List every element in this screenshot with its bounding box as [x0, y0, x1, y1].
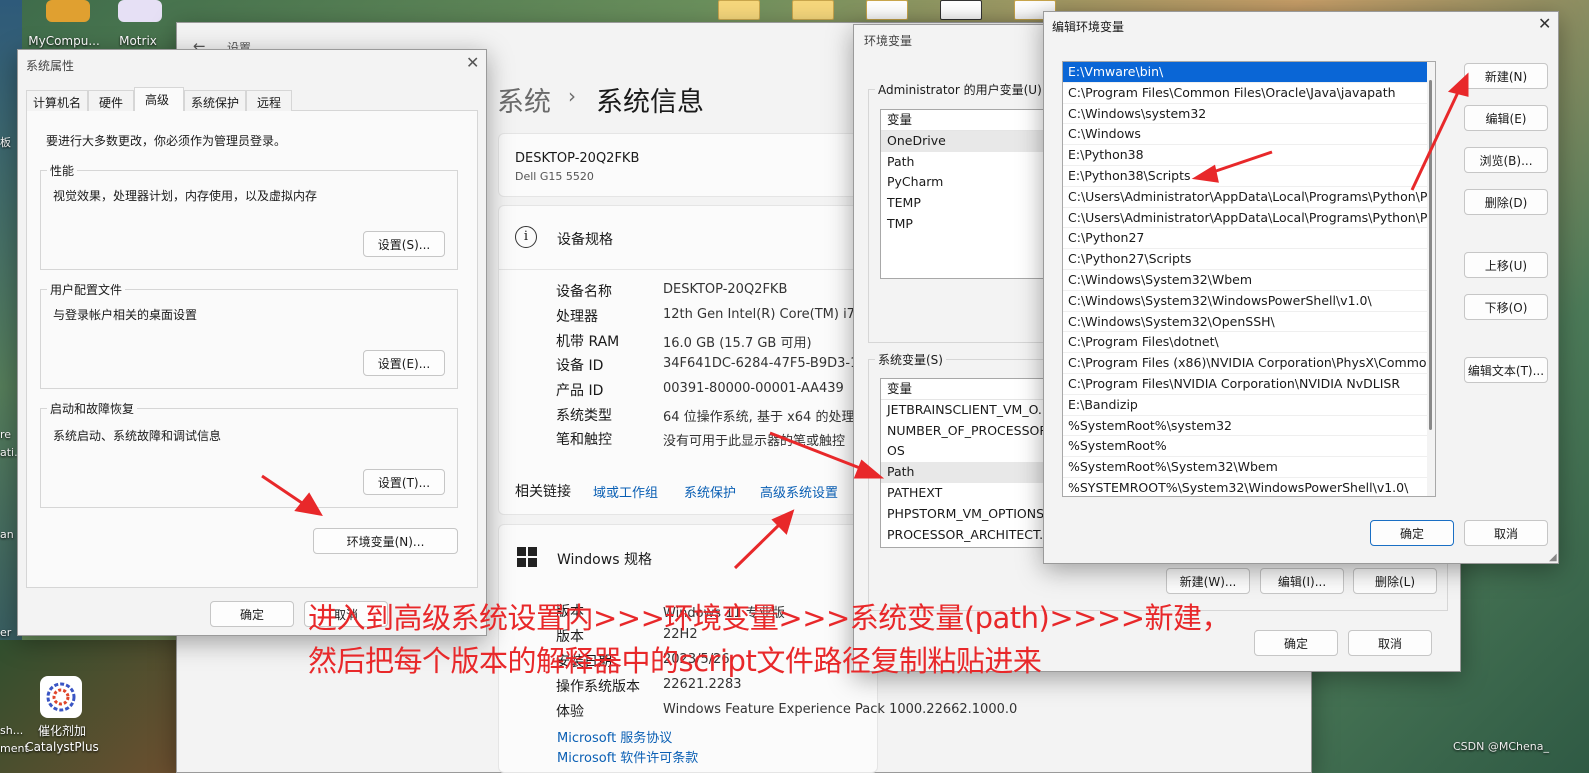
- annotation-line-1: 进入到高级系统设置内>>>环境变量>>>系统变量(path)>>>>新建，: [308, 601, 1231, 635]
- arrow-head: [853, 459, 885, 479]
- arrow-to-path-variable: [769, 431, 866, 472]
- arrow-head: [294, 492, 323, 517]
- arrow-to-scripts-path: [1209, 150, 1273, 175]
- watermark: CSDN @MChena_: [1453, 740, 1549, 753]
- arrow-head: [1447, 72, 1469, 97]
- arrow-head: [1191, 164, 1219, 183]
- arrow-to-new-button: [1410, 87, 1462, 191]
- annotation-line-2: 然后把每个版本的解释器中的script文件路径复制粘贴进来: [308, 644, 1042, 678]
- arrow-to-advanced-settings: [733, 520, 784, 570]
- arrow-to-env-button: [261, 474, 306, 507]
